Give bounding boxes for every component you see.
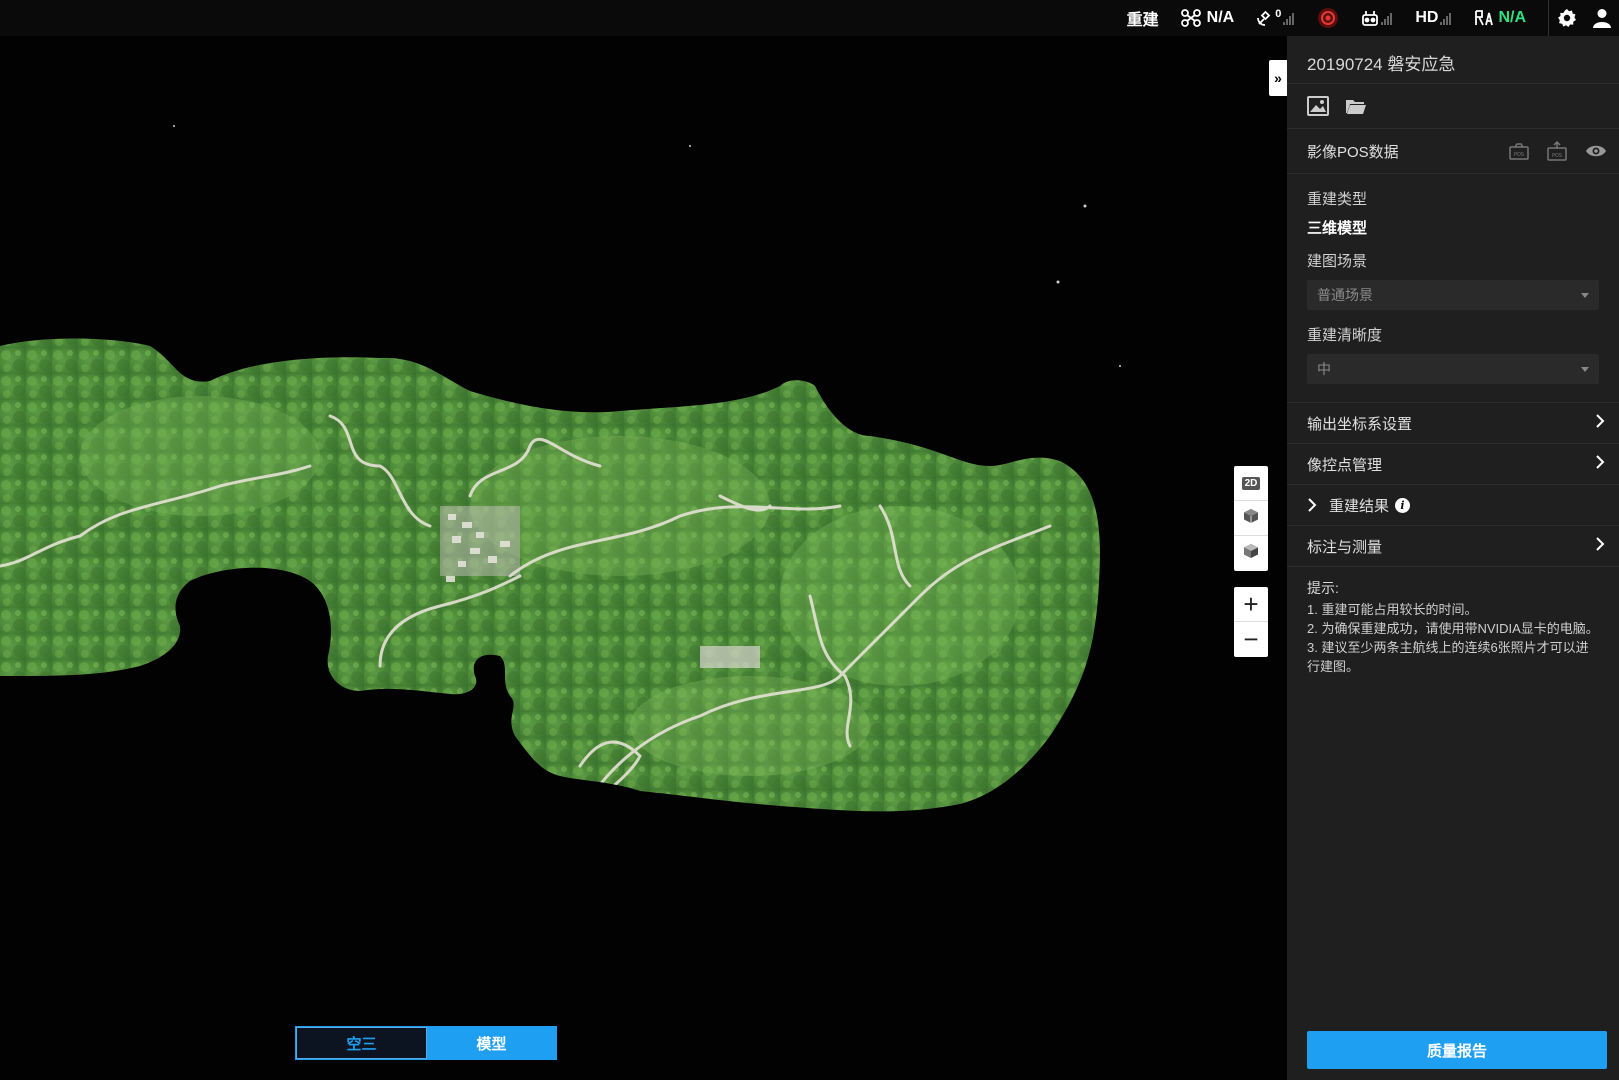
3d-model-icon <box>1243 543 1259 564</box>
chevron-right-icon <box>1595 536 1605 556</box>
gps-signal-icon <box>1283 12 1295 25</box>
recording-icon <box>1317 7 1339 29</box>
recording-status <box>1317 0 1339 36</box>
pos-data-label: 影像POS数据 <box>1307 143 1399 161</box>
zoom-out-button[interactable]: − <box>1234 622 1268 657</box>
clarity-select-value: 中 <box>1317 361 1331 377</box>
eye-icon[interactable] <box>1585 144 1607 158</box>
tips-box: 提示: 1. 重建可能占用较长的时间。 2. 为确保重建成功，请使用带NVIDI… <box>1287 567 1619 688</box>
gcp-item[interactable]: 像控点管理 <box>1287 444 1619 485</box>
tip-line: 2. 为确保重建成功，请使用带NVIDIA显卡的电脑。 <box>1307 621 1599 636</box>
settings-icon[interactable] <box>1557 8 1577 28</box>
drone-status: N/A <box>1180 0 1235 36</box>
view-2d-button[interactable]: 2D <box>1234 466 1268 501</box>
mode-switch: 空三 模型 <box>295 1026 557 1060</box>
chevron-right-icon <box>1307 497 1317 513</box>
hd-signal-icon <box>1440 12 1452 25</box>
reconstruction-type-label: 重建类型 <box>1307 190 1368 208</box>
clarity-select[interactable]: 中 <box>1307 354 1599 384</box>
rebuild-mode-label: 重建 <box>1126 12 1159 29</box>
chevron-right-icon <box>1595 413 1605 433</box>
chevron-down-icon <box>1581 292 1589 298</box>
remote-controller-status <box>1361 0 1393 36</box>
tip-line: 1. 重建可能占用较长的时间。 <box>1307 602 1478 617</box>
output-crs-item[interactable]: 输出坐标系设置 <box>1287 403 1619 444</box>
remote-controller-icon <box>1361 9 1379 27</box>
rc-signal-icon <box>1381 12 1393 25</box>
chevron-right-icon <box>1595 454 1605 474</box>
project-title: 20190724 磐安应急 <box>1287 36 1619 84</box>
results-label: 重建结果 <box>1329 497 1390 515</box>
pos-export-icon[interactable]: POS <box>1547 141 1567 161</box>
zoom-in-button[interactable]: + <box>1234 587 1268 622</box>
hd-label: HD <box>1415 9 1439 26</box>
app-window: 重建 N/A 0 HD N/A » 2D + − 空三 模型 20190724 … <box>0 0 1619 1080</box>
terrain-model <box>0 125 1121 812</box>
gcp-label: 像控点管理 <box>1307 456 1383 474</box>
pos-data-row: 影像POS数据 POS POS <box>1287 129 1619 174</box>
info-icon[interactable]: i <box>1395 497 1411 513</box>
tab-model[interactable]: 模型 <box>427 1027 556 1059</box>
results-item[interactable]: 重建结果 i <box>1287 485 1619 526</box>
quality-report-button[interactable]: 质量报告 <box>1307 1031 1607 1069</box>
map-viewport[interactable]: » 2D + − 空三 模型 <box>0 36 1287 1080</box>
image-icon[interactable] <box>1307 96 1329 116</box>
right-panel: 20190724 磐安应急 影像POS数据 POS POS 重建类型 三维模型 … <box>1287 36 1619 1080</box>
scene-label: 建图场景 <box>1307 252 1368 270</box>
svg-text:POS: POS <box>1552 153 1562 159</box>
gps-status: 0 <box>1256 0 1295 36</box>
pos-import-icon[interactable]: POS <box>1509 142 1529 160</box>
view-3d-button[interactable] <box>1234 501 1268 536</box>
top-bar: 重建 N/A 0 HD N/A <box>0 0 1619 36</box>
chevron-down-icon <box>1581 366 1589 372</box>
user-icon[interactable] <box>1593 8 1611 28</box>
drone-status-text: N/A <box>1206 9 1235 26</box>
annotation-label: 标注与测量 <box>1307 538 1383 556</box>
gps-count: 0 <box>1275 8 1282 20</box>
rtk-icon <box>1474 9 1494 27</box>
rtk-status-text: N/A <box>1498 9 1526 26</box>
scene-select-value: 普通场景 <box>1317 287 1373 303</box>
drone-icon <box>1180 9 1201 27</box>
svg-text:POS: POS <box>1514 152 1524 158</box>
3d-cube-icon <box>1243 508 1259 529</box>
scene-select[interactable]: 普通场景 <box>1307 280 1599 310</box>
view-model-button[interactable] <box>1234 536 1268 571</box>
reconstruction-type-value: 三维模型 <box>1307 219 1368 237</box>
status-bar: 重建 N/A 0 HD N/A <box>1105 0 1619 36</box>
zoom-toolbar: + − <box>1234 587 1268 657</box>
output-crs-label: 输出坐标系设置 <box>1307 415 1413 433</box>
tip-line: 3. 建议至少两条主航线上的连续6张照片才可以进行建图。 <box>1307 640 1589 674</box>
hd-status: HD <box>1415 0 1452 36</box>
top-actions <box>1549 0 1619 36</box>
tips-heading: 提示: <box>1307 580 1339 596</box>
clarity-label: 重建清晰度 <box>1307 326 1383 344</box>
media-toolbar <box>1287 84 1619 129</box>
rtk-status: N/A <box>1474 0 1526 36</box>
tab-aerial-triangulation[interactable]: 空三 <box>296 1027 427 1059</box>
folder-icon[interactable] <box>1345 96 1367 116</box>
annotation-item[interactable]: 标注与测量 <box>1287 526 1619 567</box>
view-toolbar: 2D <box>1234 466 1268 571</box>
view-2d-label: 2D <box>1241 476 1261 490</box>
collapse-panel-button[interactable]: » <box>1269 60 1287 96</box>
reconstruction-settings: 重建类型 三维模型 建图场景 普通场景 重建清晰度 中 <box>1287 174 1619 403</box>
satellite-icon <box>1256 9 1274 27</box>
